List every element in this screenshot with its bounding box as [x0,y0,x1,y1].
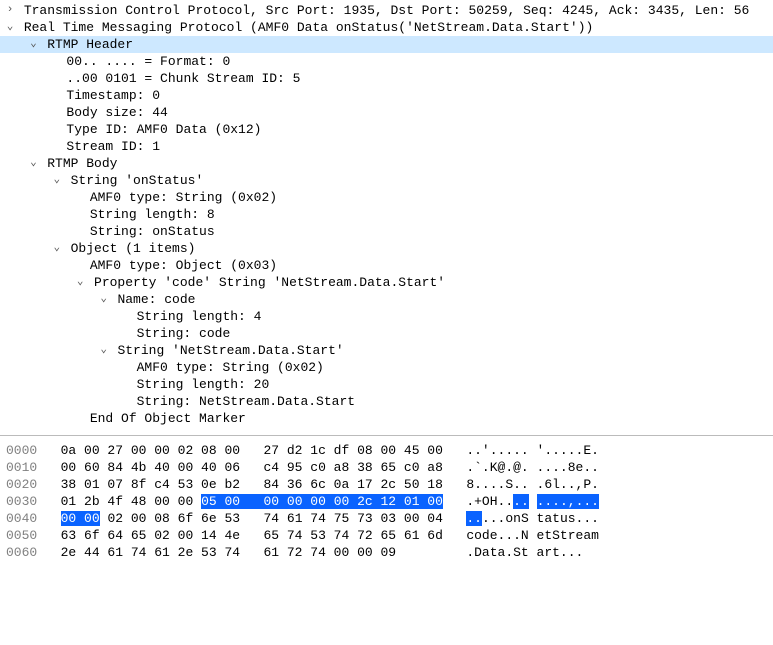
hex-offset: 0010 [6,460,37,475]
chevron-down-icon[interactable]: ⌄ [51,240,63,257]
hex-selected: 00 00 00 00 2c 12 01 00 [263,494,442,509]
rtmp-body-label: RTMP Body [47,155,117,172]
property-row[interactable]: ⌄ Property 'code' String 'NetStream.Data… [0,274,773,291]
field-str-val[interactable]: String: onStatus [0,223,773,240]
hex-row[interactable]: 0010 00 60 84 4b 40 00 40 06 c4 95 c0 a8… [0,459,773,476]
hex-offset: 0000 [6,443,37,458]
field-str-len-2[interactable]: String length: 20 [0,376,773,393]
chevron-down-icon[interactable]: ⌄ [74,274,86,291]
name-row[interactable]: ⌄ Name: code [0,291,773,308]
rtmp-body-row[interactable]: ⌄ RTMP Body [0,155,773,172]
hex-offset: 0060 [6,545,37,560]
rtmp-header-label: RTMP Header [47,36,133,53]
tcp-row[interactable]: › Transmission Control Protocol, Src Por… [0,2,773,19]
packet-details-tree: › Transmission Control Protocol, Src Por… [0,0,773,435]
field-csid[interactable]: ..00 0101 = Chunk Stream ID: 5 [0,70,773,87]
chevron-down-icon[interactable]: ⌄ [4,19,16,36]
field-timestamp[interactable]: Timestamp: 0 [0,87,773,104]
field-str-val-2[interactable]: String: NetStream.Data.Start [0,393,773,410]
hex-row[interactable]: 0000 0a 00 27 00 00 02 08 00 27 d2 1c df… [0,442,773,459]
hex-selected: 00 00 [61,511,100,526]
field-format[interactable]: 00.. .... = Format: 0 [0,53,773,70]
field-obj-amf[interactable]: AMF0 type: Object (0x03) [0,257,773,274]
rtmp-header-row[interactable]: ⌄ RTMP Header [0,36,773,53]
hex-offset: 0040 [6,511,37,526]
string-netstream-row[interactable]: ⌄ String 'NetStream.Data.Start' [0,342,773,359]
object-row[interactable]: ⌄ Object (1 items) [0,240,773,257]
chevron-down-icon[interactable]: ⌄ [51,172,63,189]
tcp-summary: Transmission Control Protocol, Src Port:… [24,2,750,19]
hex-selected: 05 00 [201,494,240,509]
hex-offset: 0030 [6,494,37,509]
chevron-down-icon[interactable]: ⌄ [98,342,110,359]
hex-offset: 0050 [6,528,37,543]
field-str-len[interactable]: String length: 8 [0,206,773,223]
hex-row[interactable]: 0040 00 00 02 00 08 6f 6e 53 74 61 74 75… [0,510,773,527]
field-amf-type-2[interactable]: AMF0 type: String (0x02) [0,359,773,376]
rtmp-summary: Real Time Messaging Protocol (AMF0 Data … [24,19,594,36]
hex-row[interactable]: 0030 01 2b 4f 48 00 00 05 00 00 00 00 00… [0,493,773,510]
field-body-size[interactable]: Body size: 44 [0,104,773,121]
field-name-len[interactable]: String length: 4 [0,308,773,325]
hex-offset: 0020 [6,477,37,492]
field-name-val[interactable]: String: code [0,325,773,342]
end-of-object[interactable]: End Of Object Marker [0,410,773,427]
string-onstatus-row[interactable]: ⌄ String 'onStatus' [0,172,773,189]
field-type-id[interactable]: Type ID: AMF0 Data (0x12) [0,121,773,138]
field-amf-type[interactable]: AMF0 type: String (0x02) [0,189,773,206]
rtmp-row[interactable]: ⌄ Real Time Messaging Protocol (AMF0 Dat… [0,19,773,36]
chevron-right-icon[interactable]: › [4,2,16,19]
hex-dump-pane: 0000 0a 00 27 00 00 02 08 00 27 d2 1c df… [0,435,773,567]
chevron-down-icon[interactable]: ⌄ [27,36,39,53]
hex-row[interactable]: 0050 63 6f 64 65 02 00 14 4e 65 74 53 74… [0,527,773,544]
chevron-down-icon[interactable]: ⌄ [98,291,110,308]
chevron-down-icon[interactable]: ⌄ [27,155,39,172]
hex-row[interactable]: 0020 38 01 07 8f c4 53 0e b2 84 36 6c 0a… [0,476,773,493]
hex-row[interactable]: 0060 2e 44 61 74 61 2e 53 74 61 72 74 00… [0,544,773,561]
field-stream-id[interactable]: Stream ID: 1 [0,138,773,155]
